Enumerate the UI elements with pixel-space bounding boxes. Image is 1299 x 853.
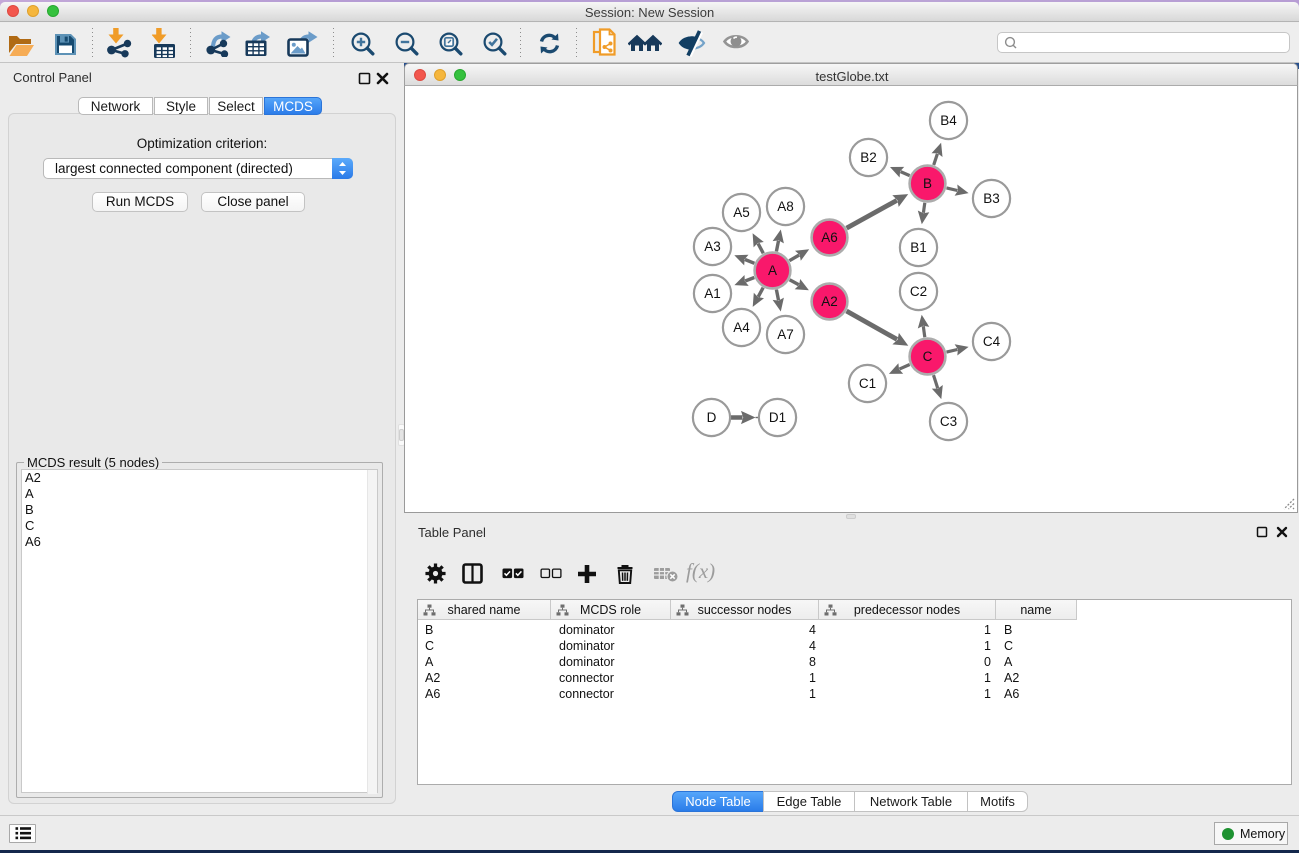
svg-text:A: A [768,263,777,278]
svg-text:A2: A2 [821,294,838,309]
svg-text:B2: B2 [860,150,877,165]
svg-text:A7: A7 [777,327,794,342]
svg-text:D: D [707,410,717,425]
svg-text:A4: A4 [733,320,750,335]
svg-text:C4: C4 [983,334,1001,349]
svg-text:B3: B3 [983,191,1000,206]
svg-text:A6: A6 [821,230,838,245]
svg-text:C1: C1 [859,376,876,391]
svg-text:D1: D1 [769,410,786,425]
svg-text:C2: C2 [910,284,927,299]
svg-text:B: B [923,176,932,191]
svg-text:C: C [923,349,933,364]
svg-text:A5: A5 [733,205,750,220]
svg-text:C3: C3 [940,414,957,429]
svg-text:A8: A8 [777,199,794,214]
svg-text:A3: A3 [704,239,721,254]
svg-text:B4: B4 [940,113,957,128]
svg-text:A1: A1 [704,286,721,301]
svg-text:B1: B1 [910,240,927,255]
